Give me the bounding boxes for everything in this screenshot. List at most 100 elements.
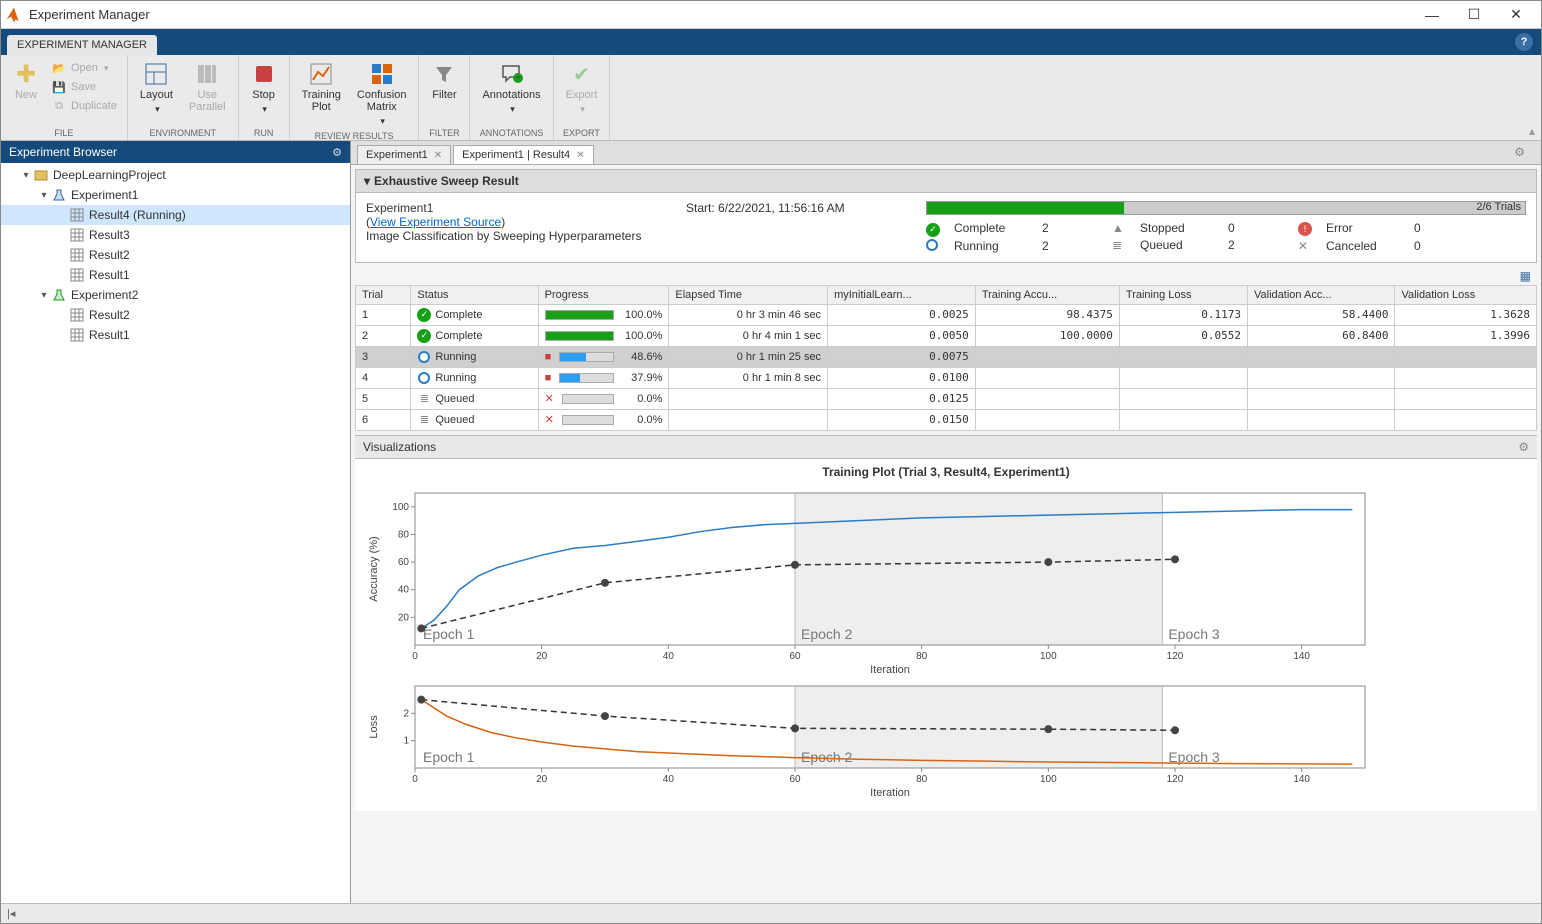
table-row[interactable]: 2✓Complete100.0%0 hr 4 min 1 sec0.005010… [356,325,1537,346]
svg-text:20: 20 [536,774,548,785]
viz-options-icon[interactable]: ⚙ [1518,440,1529,454]
svg-text:0: 0 [412,774,418,785]
tree-item-label: Result2 [89,308,130,322]
table-row[interactable]: 6≣Queued✕0.0%0.0150 [356,409,1537,430]
minimize-button[interactable]: — [1411,3,1453,27]
save-button[interactable]: 💾Save [49,78,119,96]
table-row[interactable]: 5≣Queued✕0.0%0.0125 [356,388,1537,409]
tree-toggle-icon[interactable]: ▾ [37,290,51,301]
maximize-button[interactable]: ☐ [1453,3,1495,27]
help-button[interactable]: ? [1515,33,1533,51]
tree-item[interactable]: Result4 (Running) [1,205,350,225]
status-canceled-icon: ✕ [1298,239,1318,254]
window-title: Experiment Manager [29,7,1411,22]
column-header[interactable]: Training Accu... [975,285,1119,304]
svg-text:100: 100 [1040,774,1057,785]
grid-icon [69,267,85,283]
svg-text:2: 2 [403,708,409,719]
status-stopped-icon: ▲ [1112,221,1132,236]
tree-item[interactable]: Result2 [1,245,350,265]
ribbon-tabstrip: EXPERIMENT MANAGER ? [1,29,1541,55]
export-button[interactable]: ✔ Export [562,59,602,117]
tab-close-icon[interactable]: ✕ [434,150,442,161]
tree-item-label: Result4 (Running) [89,208,186,222]
collapse-icon[interactable]: ▾ [364,174,370,188]
project-icon [33,167,49,183]
filter-icon [431,61,457,87]
svg-text:0: 0 [412,651,418,662]
svg-text:Epoch 1: Epoch 1 [423,626,475,642]
svg-text:20: 20 [398,612,410,623]
stop-button[interactable]: Stop [247,59,281,117]
results-table[interactable]: TrialStatusProgressElapsed TimemyInitial… [355,285,1537,431]
svg-text:80: 80 [916,651,928,662]
filter-button[interactable]: Filter [427,59,461,103]
table-row[interactable]: 3Running■48.6%0 hr 1 min 25 sec0.0075 [356,346,1537,367]
panel-options-icon[interactable]: ⚙ [332,146,342,159]
tree-toggle-icon[interactable]: ▾ [19,170,33,181]
plus-icon: ✚ [13,61,39,87]
column-header[interactable]: Elapsed Time [669,285,828,304]
new-button[interactable]: ✚ New [9,59,43,115]
svg-text:60: 60 [789,651,801,662]
table-columns-icon[interactable]: ▦ [1520,269,1531,283]
document-tab[interactable]: Experiment1 | Result4✕ [453,145,593,164]
tree-item[interactable]: Result2 [1,305,350,325]
svg-text:40: 40 [398,584,410,595]
ribbon-collapse-icon[interactable]: ▴ [610,55,1541,140]
table-row[interactable]: 4Running■37.9%0 hr 1 min 8 sec0.0100 [356,367,1537,388]
tree-item[interactable]: Result1 [1,265,350,285]
tree-toggle-icon[interactable]: ▾ [37,190,51,201]
layout-button[interactable]: Layout [136,59,177,117]
use-parallel-button[interactable]: Use Parallel [185,59,230,117]
column-header[interactable]: Status [411,285,538,304]
svg-text:40: 40 [663,651,675,662]
svg-text:Epoch 3: Epoch 3 [1168,626,1220,642]
column-header[interactable]: Progress [538,285,669,304]
tree-item[interactable]: ▾ Experiment1 [1,185,350,205]
result-header: ▾Exhaustive Sweep Result Experiment1 (Vi… [355,169,1537,263]
view-source-link[interactable]: View Experiment Source [370,215,501,229]
open-button[interactable]: 📂Open [49,59,119,77]
svg-text:Epoch 1: Epoch 1 [423,749,475,765]
experiment-tree[interactable]: ▾DeepLearningProject▾Experiment1Result4 … [1,163,350,903]
training-plot-button[interactable]: Training Plot [298,59,345,129]
duplicate-button[interactable]: ⧉Duplicate [49,97,119,115]
tree-item[interactable]: Result3 [1,225,350,245]
tree-item[interactable]: ▾Experiment2 [1,285,350,305]
svg-text:1: 1 [403,735,409,746]
svg-text:120: 120 [1167,651,1184,662]
stop-trial-icon[interactable]: ■ [545,372,552,384]
tree-item[interactable]: Result1 [1,325,350,345]
tab-close-icon[interactable]: ✕ [576,150,584,161]
ribbon-tab-experiment-manager[interactable]: EXPERIMENT MANAGER [7,35,157,55]
annotations-button[interactable]: + Annotations [478,59,544,117]
column-header[interactable]: Training Loss [1119,285,1247,304]
column-header[interactable]: Trial [356,285,411,304]
tab-options-icon[interactable]: ⚙ [1514,145,1525,159]
statusbar: |◂ [1,903,1541,923]
tree-item[interactable]: ▾DeepLearningProject [1,165,350,185]
confusion-matrix-button[interactable]: Confusion Matrix [353,59,411,129]
parallel-icon [194,61,220,87]
table-row[interactable]: 1✓Complete100.0%0 hr 3 min 46 sec0.00259… [356,304,1537,325]
document-tabs: Experiment1✕Experiment1 | Result4✕ ⚙ [351,141,1541,165]
svg-text:Epoch 2: Epoch 2 [801,626,853,642]
flask-green-icon [51,287,67,303]
matrix-icon [369,61,395,87]
cancel-trial-icon[interactable]: ✕ [545,392,554,405]
svg-text:80: 80 [916,774,928,785]
tree-item-label: Experiment1 [71,188,138,202]
column-header[interactable]: myInitialLearn... [828,285,976,304]
svg-text:40: 40 [663,774,675,785]
statusbar-arrow-icon[interactable]: |◂ [7,907,15,920]
start-time: 6/22/2021, 11:56:16 AM [718,201,845,215]
document-tab[interactable]: Experiment1✕ [357,145,451,164]
column-header[interactable]: Validation Acc... [1248,285,1395,304]
loss-chart: 12020406080100120140IterationLossEpoch 1… [365,678,1527,801]
stop-trial-icon[interactable]: ■ [545,351,552,363]
tree-item-label: Result2 [89,248,130,262]
close-button[interactable]: ✕ [1495,3,1537,27]
cancel-trial-icon[interactable]: ✕ [545,413,554,426]
column-header[interactable]: Validation Loss [1395,285,1537,304]
